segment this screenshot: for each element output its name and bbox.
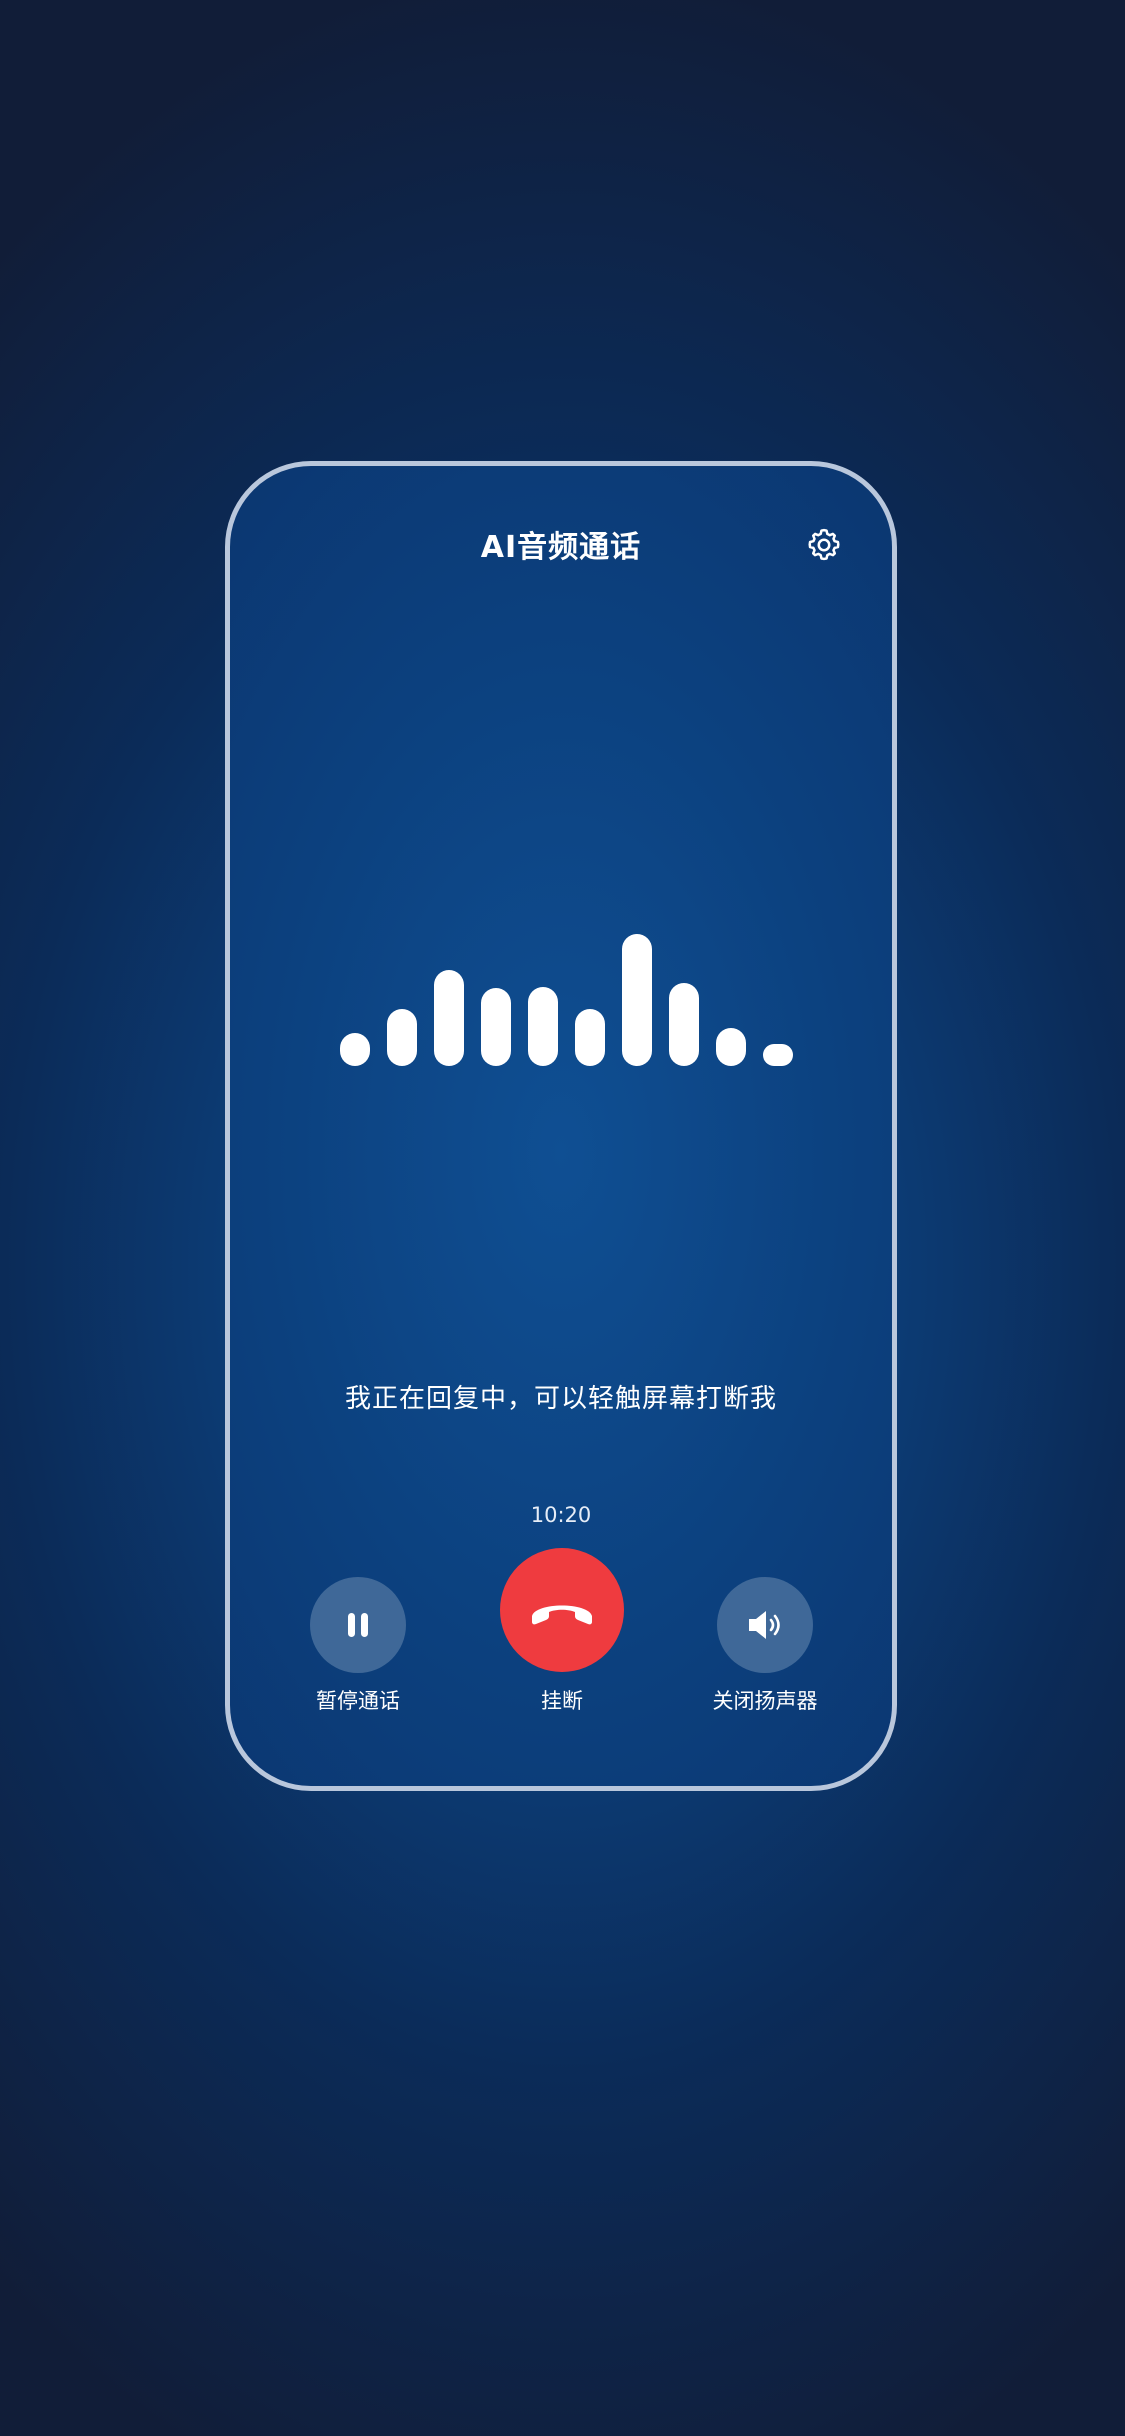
hang-up-label: 挂断 xyxy=(541,1689,583,1713)
pause-call-label: 暂停通话 xyxy=(316,1689,400,1713)
waveform-bar xyxy=(716,1028,746,1066)
pause-call-button[interactable] xyxy=(310,1577,406,1673)
waveform-bar xyxy=(387,1009,417,1066)
hang-up-button[interactable] xyxy=(500,1548,624,1672)
waveform-bar xyxy=(481,988,511,1066)
waveform-bar xyxy=(622,934,652,1066)
pause-icon xyxy=(348,1613,368,1637)
call-timer: 10:20 xyxy=(530,1503,592,1527)
waveform-bar xyxy=(669,983,699,1066)
speaker-off-button[interactable] xyxy=(717,1577,813,1673)
speaker-off-label: 关闭扬声器 xyxy=(712,1689,818,1713)
call-screen-frame: AI音频通话 我正在回复中，可以轻触屏幕打断我 10:20 暂停通话 挂断 关闭… xyxy=(225,461,897,1791)
waveform-bar xyxy=(575,1009,605,1066)
waveform-bar xyxy=(340,1033,370,1066)
waveform-bar xyxy=(763,1044,793,1066)
waveform-bar xyxy=(434,970,464,1066)
status-message[interactable]: 我正在回复中，可以轻触屏幕打断我 xyxy=(230,1378,892,1415)
hang-up-phone-icon xyxy=(532,1605,592,1625)
waveform-bar xyxy=(528,987,558,1066)
speaker-icon xyxy=(749,1611,780,1639)
